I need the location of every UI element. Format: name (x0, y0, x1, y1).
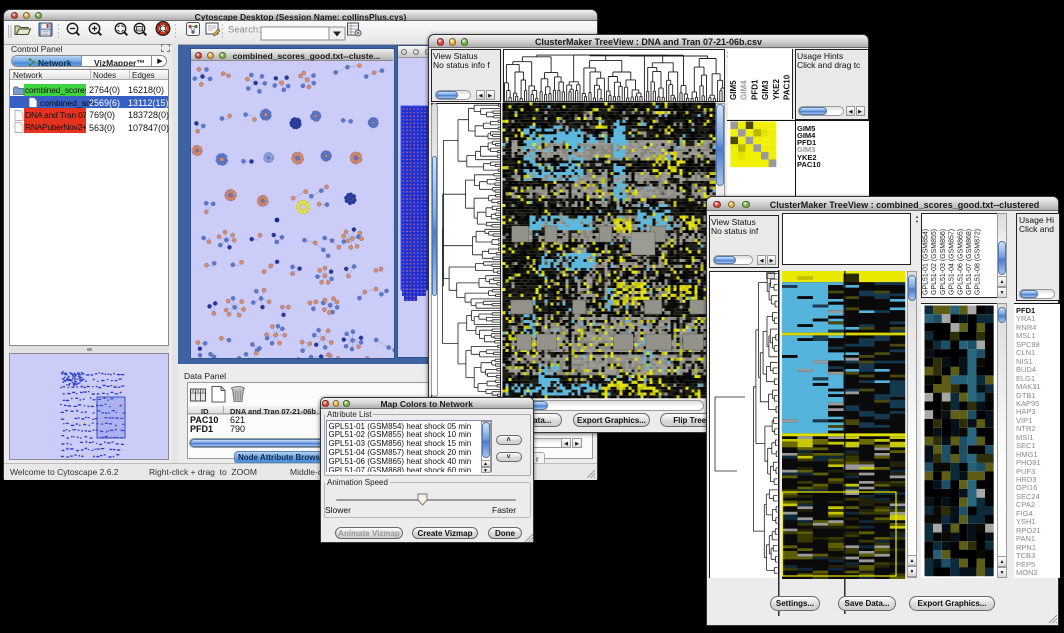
svg-text:GPL51-07 (GSM868): GPL51-07 (GSM868) (966, 229, 973, 295)
svg-text:GPL51-03 (GSM856): GPL51-03 (GSM856) (940, 229, 947, 295)
svg-text:YKE2: YKE2 (772, 79, 781, 100)
svg-text:GPL51-08 (GSM872): GPL51-08 (GSM872) (975, 229, 982, 295)
svg-text:GPL51-04 (GSM857): GPL51-04 (GSM857) (949, 229, 956, 295)
svg-text:GIM4: GIM4 (740, 80, 749, 100)
svg-text:PFD1: PFD1 (750, 79, 759, 100)
svg-text:GPL51-02 (GSM855): GPL51-02 (GSM855) (931, 229, 938, 295)
svg-text:PAC10: PAC10 (783, 74, 792, 100)
svg-text:GPL51-06 (GSM865): GPL51-06 (GSM865) (957, 229, 964, 295)
svg-text:GPL51-01 (GSM854): GPL51-01 (GSM854) (923, 229, 930, 295)
svg-text:GIM3: GIM3 (761, 80, 770, 100)
svg-text:GIM5: GIM5 (729, 80, 738, 100)
